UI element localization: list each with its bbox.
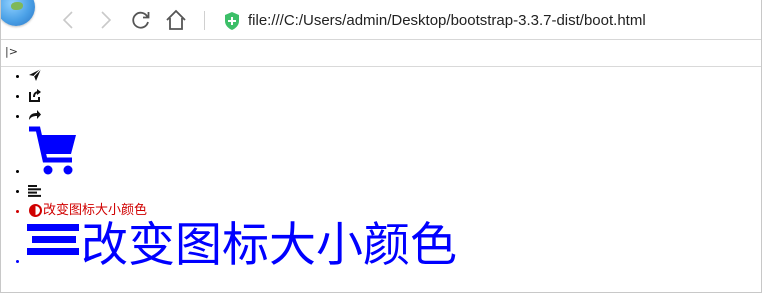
adjust-icon (29, 204, 42, 222)
forward-icon[interactable] (93, 8, 117, 32)
browser-window: file:///C:/Users/admin/Desktop/bootstrap… (0, 0, 762, 293)
back-icon[interactable] (57, 8, 81, 32)
red-icon-label: 改变图标大小颜色 (43, 203, 148, 218)
shopping-cart-icon (27, 124, 79, 183)
list-bullet (16, 170, 19, 173)
reload-icon[interactable] (129, 8, 153, 32)
secure-shield-icon[interactable] (223, 11, 241, 31)
list-bullet (16, 260, 19, 263)
home-icon[interactable] (164, 8, 188, 32)
list-bullet (16, 75, 19, 78)
align-justify-icon (27, 224, 79, 273)
toolbar-separator (204, 11, 205, 30)
list-bullet (16, 115, 19, 118)
sidebar-toggle[interactable]: |> (5, 46, 18, 58)
list-bullet (16, 190, 19, 193)
list-bullet (16, 95, 19, 98)
big-icon-label: 改变图标大小颜色 (81, 218, 457, 273)
align-left-icon (28, 184, 42, 202)
browser-logo-icon[interactable] (1, 0, 35, 26)
browser-toolbar: file:///C:/Users/admin/Desktop/bootstrap… (1, 0, 761, 40)
share-icon (28, 88, 42, 107)
list-bullet (16, 210, 19, 213)
send-icon (28, 68, 42, 87)
address-bar[interactable]: file:///C:/Users/admin/Desktop/bootstrap… (248, 11, 646, 31)
page-content: |> 改变图标大小颜色 改变图标大小颜色 (1, 40, 761, 292)
content-divider (1, 66, 761, 67)
